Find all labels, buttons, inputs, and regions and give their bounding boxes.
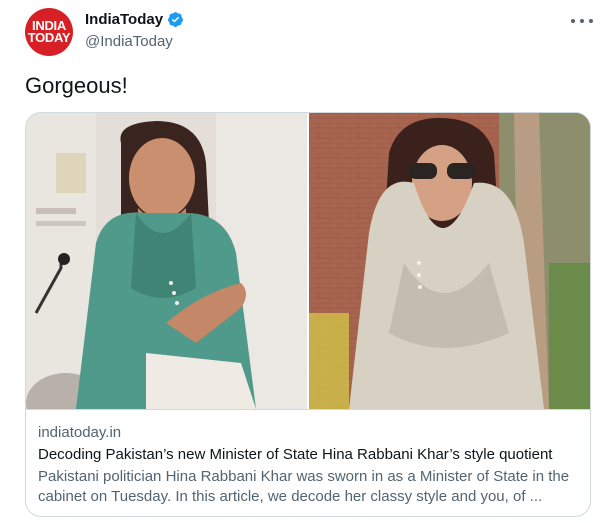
- more-dot: [571, 19, 575, 23]
- link-card[interactable]: indiatoday.in Decoding Pakistan’s new Mi…: [25, 112, 591, 517]
- author-name-row: IndiaToday: [85, 11, 184, 28]
- woman-teal-outfit-image: [26, 113, 307, 409]
- more-dot: [589, 19, 593, 23]
- display-name[interactable]: IndiaToday: [85, 11, 163, 28]
- card-photo-left[interactable]: [26, 113, 307, 409]
- card-body[interactable]: indiatoday.in Decoding Pakistan’s new Mi…: [26, 409, 590, 516]
- more-dot: [580, 19, 584, 23]
- card-media[interactable]: [26, 113, 590, 409]
- author-handle[interactable]: @IndiaToday: [85, 33, 173, 50]
- verified-badge-icon: [168, 12, 183, 27]
- more-options-icon[interactable]: [571, 12, 593, 30]
- card-description: Pakistani politician Hina Rabbani Khar w…: [38, 468, 570, 505]
- avatar-line-2: TODAY: [27, 30, 71, 45]
- tweet-text: Gorgeous!: [25, 73, 128, 98]
- card-headline: Decoding Pakistan’s new Minister of Stat…: [38, 446, 553, 463]
- avatar[interactable]: INDIA TODAY: [25, 8, 73, 56]
- card-photo-right[interactable]: [309, 113, 590, 409]
- woman-sunglasses-scarf-image: [309, 113, 590, 409]
- card-domain: indiatoday.in: [38, 424, 122, 441]
